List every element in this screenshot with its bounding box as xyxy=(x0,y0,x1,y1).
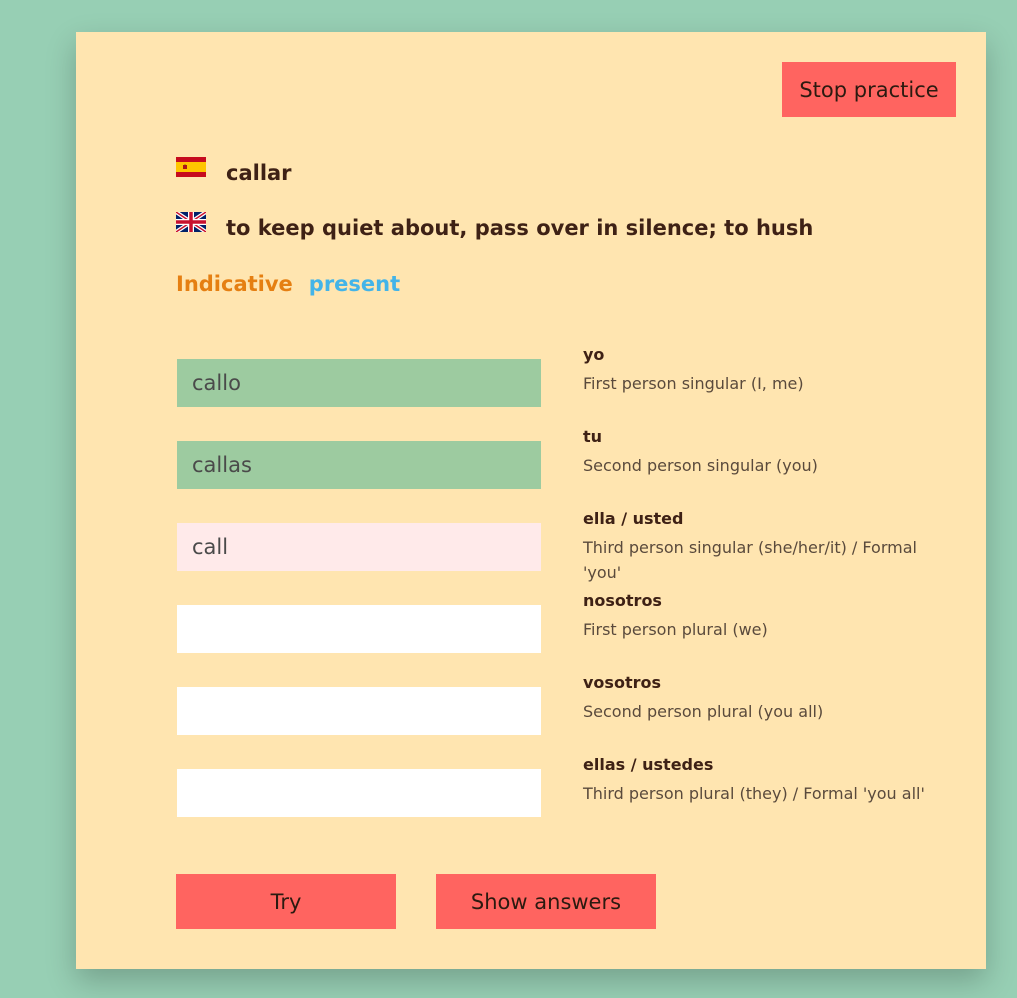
pronoun-label: tu xyxy=(583,427,603,446)
pronoun-description: Second person singular (you) xyxy=(583,456,818,475)
pronoun-label: yo xyxy=(583,345,605,364)
pronoun-label: ella / usted xyxy=(583,509,684,528)
answer-input-ellas-ustedes[interactable] xyxy=(177,769,541,817)
uk-flag-icon xyxy=(176,212,206,232)
tense-label: present xyxy=(308,272,401,296)
spain-flag-icon xyxy=(176,157,206,177)
pronoun-description: Third person singular (she/her/it) / For… xyxy=(583,538,917,582)
pronoun-description: Third person plural (they) / Formal 'you… xyxy=(583,784,925,803)
pronoun-description: Second person plural (you all) xyxy=(583,702,824,721)
mood-label: Indicative xyxy=(176,272,293,296)
pronoun-label: ellas / ustedes xyxy=(583,755,714,774)
pronoun-description: First person plural (we) xyxy=(583,620,768,639)
answer-input-yo[interactable] xyxy=(177,359,541,407)
stop-practice-button[interactable]: Stop practice xyxy=(782,62,956,117)
mode-line: Indicative present xyxy=(176,272,400,296)
show-answers-button[interactable]: Show answers xyxy=(436,874,656,929)
spanish-verb: callar xyxy=(226,161,292,185)
practice-card: Stop practice callar to keep quiet about… xyxy=(76,32,986,969)
pronoun-description: First person singular (I, me) xyxy=(583,374,804,393)
answer-input-tu[interactable] xyxy=(177,441,541,489)
answer-input-vosotros[interactable] xyxy=(177,687,541,735)
english-translation: to keep quiet about, pass over in silenc… xyxy=(226,216,814,240)
pronoun-label: vosotros xyxy=(583,673,661,692)
answer-input-ella-usted[interactable] xyxy=(177,523,541,571)
try-button[interactable]: Try xyxy=(176,874,396,929)
pronoun-label: nosotros xyxy=(583,591,662,610)
answer-input-nosotros[interactable] xyxy=(177,605,541,653)
